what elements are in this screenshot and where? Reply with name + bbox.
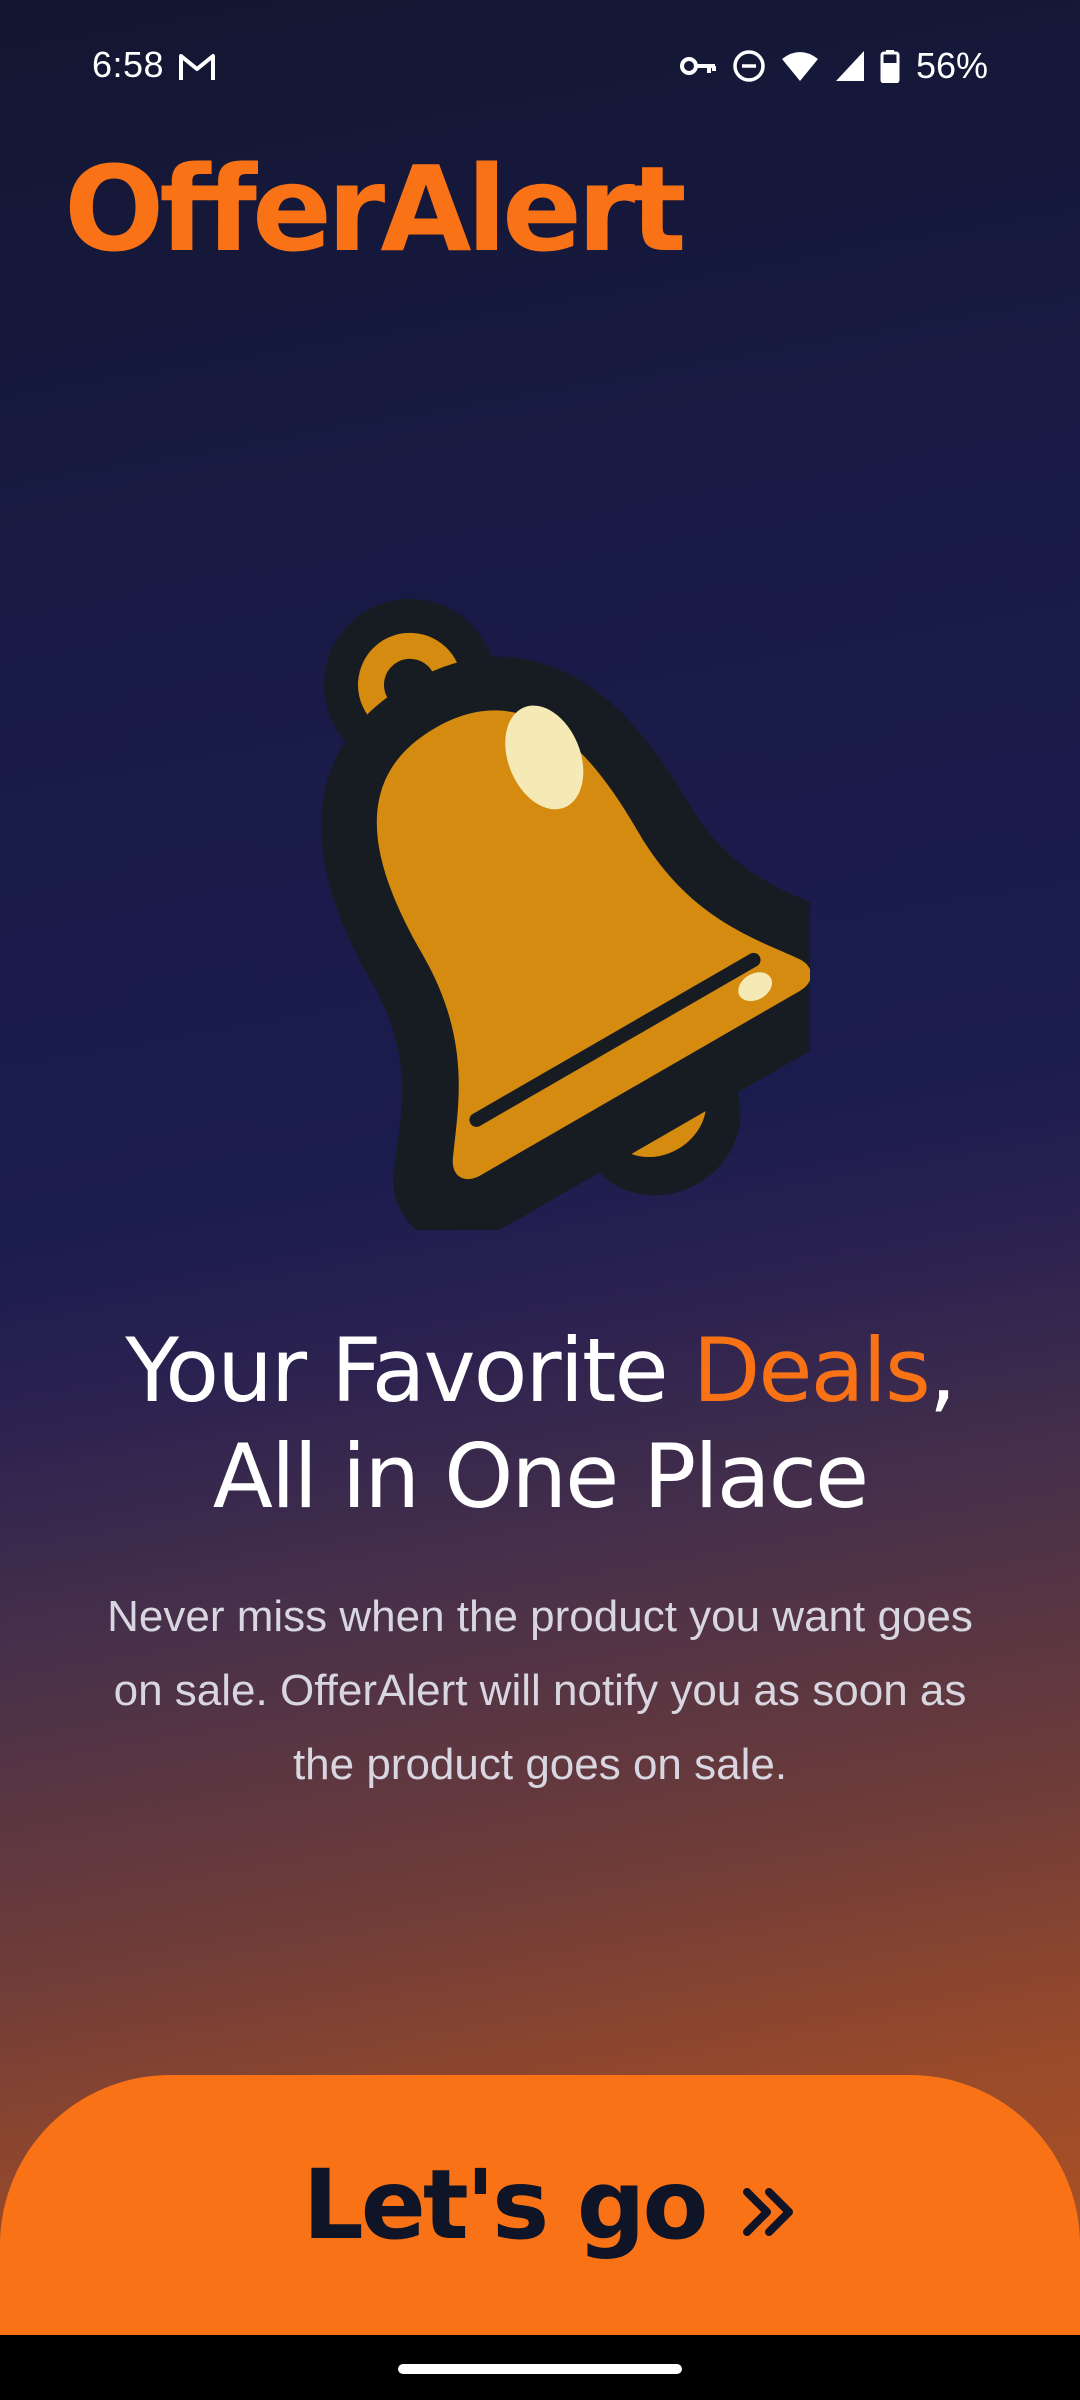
headline-part-1: Your Favorite xyxy=(125,1319,693,1422)
app-logo: OfferAlert xyxy=(64,140,687,278)
double-chevron-right-icon xyxy=(743,2188,794,2236)
headline-line-1: Your Favorite Deals, xyxy=(40,1318,1040,1424)
battery-percent: 56% xyxy=(915,45,988,86)
headline: Your Favorite Deals, All in One Place xyxy=(40,1318,1040,1530)
status-icons: 56% xyxy=(678,44,988,88)
onboarding-screen: 6:58 56% OfferAlert Your Favorite Deals,… xyxy=(0,0,1080,2400)
bell-icon xyxy=(321,598,810,1230)
status-time: 6:58 xyxy=(92,44,165,85)
home-indicator[interactable] xyxy=(398,2364,682,2374)
subtitle: Never miss when the product you want goe… xyxy=(107,1592,973,1789)
lets-go-button[interactable]: Let's go xyxy=(0,2075,1080,2335)
cellular-signal-icon xyxy=(835,51,864,81)
wifi-icon xyxy=(781,52,818,81)
gmail-icon xyxy=(179,54,215,80)
status-bar: 6:58 56% xyxy=(0,0,1080,132)
do-not-disturb-icon xyxy=(733,50,765,82)
vpn-key-icon xyxy=(679,57,716,75)
headline-accent: Deals xyxy=(692,1319,931,1422)
battery-icon xyxy=(880,50,900,83)
lets-go-label: Let's go xyxy=(302,2149,709,2261)
headline-part-2: , xyxy=(928,1319,957,1422)
headline-line-2: All in One Place xyxy=(212,1425,869,1528)
